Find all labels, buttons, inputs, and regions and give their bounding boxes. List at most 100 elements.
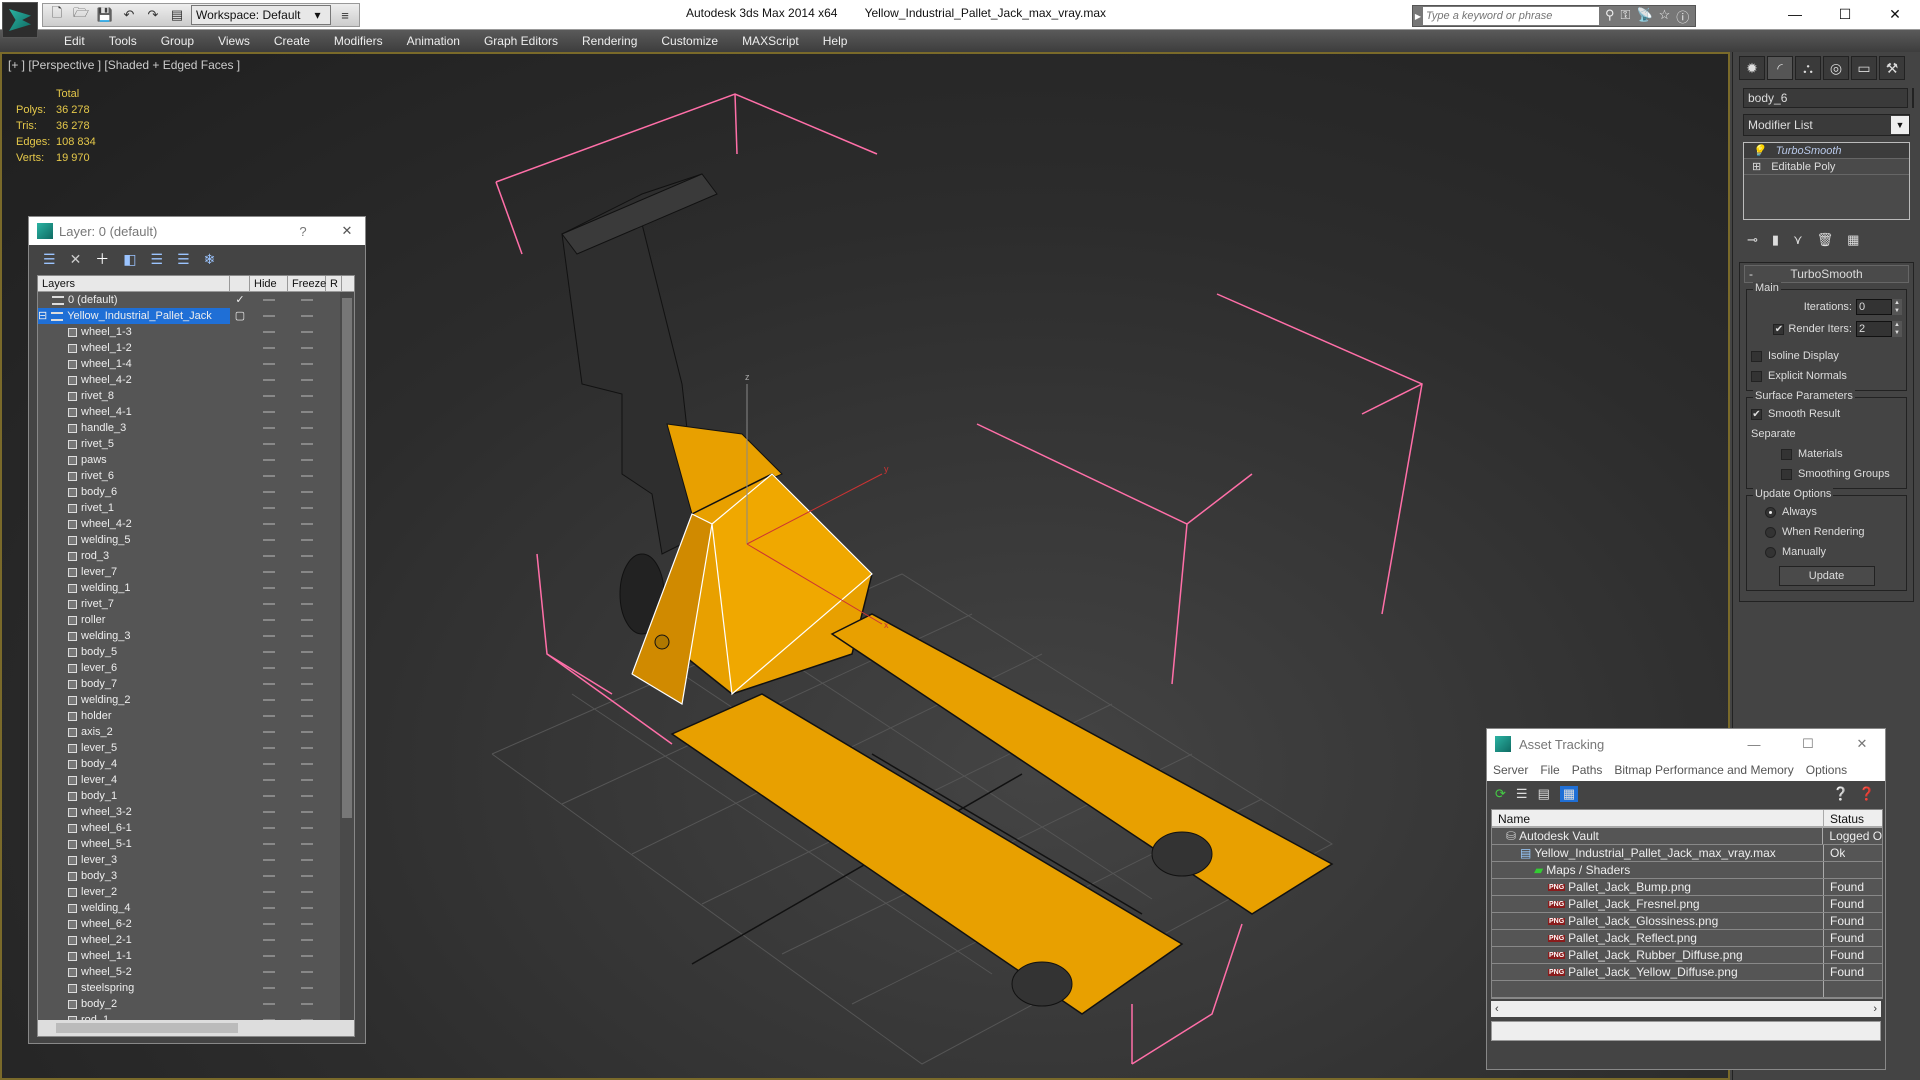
create-layer-icon[interactable]: ☰ bbox=[43, 251, 56, 268]
layer-object-row[interactable]: welding_3 bbox=[38, 628, 354, 644]
freeze-toggle[interactable] bbox=[301, 475, 313, 477]
layer-object-row[interactable]: wheel_6-2 bbox=[38, 916, 354, 932]
freeze-toggle[interactable] bbox=[301, 395, 313, 397]
hide-toggle[interactable] bbox=[263, 427, 275, 429]
isoline-checkbox[interactable] bbox=[1751, 350, 1762, 362]
freeze-toggle[interactable] bbox=[301, 811, 313, 813]
create-tab-icon[interactable]: ✹ bbox=[1739, 56, 1765, 80]
asset-row[interactable]: PNG Pallet_Jack_Glossiness.png Found bbox=[1492, 913, 1882, 930]
menu-graph-editors[interactable]: Graph Editors bbox=[472, 30, 570, 52]
hide-toggle[interactable] bbox=[263, 747, 275, 749]
layer-object-row[interactable]: body_1 bbox=[38, 788, 354, 804]
hide-toggle[interactable] bbox=[263, 411, 275, 413]
workspace-dropdown[interactable]: Workspace: Default ▾ bbox=[191, 5, 331, 25]
radio-button[interactable] bbox=[1765, 506, 1776, 518]
hide-toggle[interactable] bbox=[263, 699, 275, 701]
layer-object-row[interactable]: lever_3 bbox=[38, 852, 354, 868]
vault-help-icon[interactable]: ❔ bbox=[1833, 786, 1849, 802]
asset-row[interactable]: ⛁ Autodesk Vault Logged O bbox=[1492, 828, 1882, 845]
layer-object-row[interactable]: rod_3 bbox=[38, 548, 354, 564]
column-render[interactable]: R bbox=[326, 276, 342, 291]
hide-toggle[interactable] bbox=[263, 539, 275, 541]
menu-create[interactable]: Create bbox=[262, 30, 322, 52]
layer-object-row[interactable]: wheel_1-2 bbox=[38, 340, 354, 356]
asset-row[interactable]: PNG Pallet_Jack_Reflect.png Found bbox=[1492, 930, 1882, 947]
radio-when-rendering[interactable]: When Rendering bbox=[1751, 522, 1902, 542]
layer-object-row[interactable]: rivet_1 bbox=[38, 500, 354, 516]
add-to-layer-icon[interactable]: ＋ bbox=[95, 249, 109, 269]
horizontal-scrollbar[interactable] bbox=[38, 1020, 354, 1036]
minimize-button[interactable]: — bbox=[1731, 737, 1777, 752]
modify-tab-icon[interactable]: ◜ bbox=[1767, 56, 1793, 80]
delete-layer-icon[interactable]: ✕ bbox=[70, 251, 82, 268]
layer-object-row[interactable]: rivet_8 bbox=[38, 388, 354, 404]
menu-edit[interactable]: Edit bbox=[52, 30, 97, 52]
layer-object-row[interactable]: wheel_3-2 bbox=[38, 804, 354, 820]
layer-object-row[interactable]: lever_7 bbox=[38, 564, 354, 580]
asset-row[interactable]: PNG Pallet_Jack_Yellow_Diffuse.png Found bbox=[1492, 964, 1882, 981]
layer-row-default[interactable]: 0 (default) ✓ bbox=[38, 292, 354, 308]
hierarchy-tab-icon[interactable]: ⛬ bbox=[1795, 56, 1821, 80]
freeze-toggle[interactable] bbox=[301, 507, 313, 509]
hide-toggle[interactable] bbox=[263, 299, 275, 301]
lightbulb-icon[interactable]: 💡 bbox=[1752, 143, 1766, 158]
menu-file[interactable]: File bbox=[1540, 763, 1559, 777]
freeze-layers-icon[interactable]: ❄ bbox=[204, 251, 216, 268]
hide-toggle[interactable] bbox=[263, 923, 275, 925]
freeze-toggle[interactable] bbox=[301, 683, 313, 685]
layer-object-row[interactable]: roller bbox=[38, 612, 354, 628]
hide-toggle[interactable] bbox=[263, 507, 275, 509]
layer-object-row[interactable]: axis_2 bbox=[38, 724, 354, 740]
layer-object-row[interactable]: handle_3 bbox=[38, 420, 354, 436]
materials-checkbox[interactable] bbox=[1781, 448, 1792, 460]
freeze-toggle[interactable] bbox=[301, 539, 313, 541]
menu-modifiers[interactable]: Modifiers bbox=[322, 30, 395, 52]
layer-object-row[interactable]: welding_2 bbox=[38, 692, 354, 708]
maximize-button[interactable]: ☐ bbox=[1785, 736, 1831, 752]
hide-toggle[interactable] bbox=[263, 347, 275, 349]
layer-window-titlebar[interactable]: Layer: 0 (default) ? ✕ bbox=[29, 217, 365, 245]
freeze-toggle[interactable] bbox=[301, 523, 313, 525]
hide-toggle[interactable] bbox=[263, 491, 275, 493]
asset-row[interactable]: ▰ Maps / Shaders bbox=[1492, 862, 1882, 879]
layer-object-row[interactable]: wheel_4-2 bbox=[38, 516, 354, 532]
layer-object-row[interactable]: body_4 bbox=[38, 756, 354, 772]
menu-tools[interactable]: Tools bbox=[97, 30, 149, 52]
object-name-input[interactable] bbox=[1743, 88, 1908, 108]
freeze-toggle[interactable] bbox=[301, 491, 313, 493]
hide-toggle[interactable] bbox=[263, 459, 275, 461]
modifier-list-dropdown[interactable]: Modifier List ▼ bbox=[1743, 114, 1910, 136]
motion-tab-icon[interactable]: ◎ bbox=[1823, 56, 1849, 80]
remove-modifier-icon[interactable]: 🗑 bbox=[1817, 232, 1834, 248]
close-button[interactable]: ✕ bbox=[1839, 736, 1885, 752]
freeze-toggle[interactable] bbox=[301, 587, 313, 589]
column-name[interactable]: Name bbox=[1492, 810, 1824, 826]
hide-toggle[interactable] bbox=[263, 955, 275, 957]
layer-object-row[interactable]: body_7 bbox=[38, 676, 354, 692]
expand-arrow-icon[interactable]: ▶ bbox=[1413, 12, 1423, 21]
column-current[interactable] bbox=[230, 276, 250, 291]
freeze-toggle[interactable] bbox=[301, 651, 313, 653]
hide-toggle[interactable] bbox=[263, 443, 275, 445]
freeze-toggle[interactable] bbox=[301, 971, 313, 973]
freeze-toggle[interactable] bbox=[301, 571, 313, 573]
freeze-toggle[interactable] bbox=[301, 763, 313, 765]
layer-object-row[interactable]: wheel_5-2 bbox=[38, 964, 354, 980]
freeze-toggle[interactable] bbox=[301, 699, 313, 701]
freeze-toggle[interactable] bbox=[301, 955, 313, 957]
freeze-toggle[interactable] bbox=[301, 459, 313, 461]
scroll-thumb[interactable] bbox=[342, 298, 352, 818]
freeze-toggle[interactable] bbox=[301, 891, 313, 893]
set-current-toggle[interactable]: ▢ bbox=[230, 308, 250, 324]
render-iters-input[interactable] bbox=[1856, 321, 1892, 337]
layer-object-row[interactable]: welding_1 bbox=[38, 580, 354, 596]
menu-views[interactable]: Views bbox=[206, 30, 262, 52]
radio-always[interactable]: Always bbox=[1751, 502, 1902, 522]
redo-icon[interactable]: ↷ bbox=[143, 6, 163, 24]
expand-plus-icon[interactable]: ⊞ bbox=[1752, 159, 1761, 174]
hide-toggle[interactable] bbox=[263, 907, 275, 909]
layer-object-row[interactable]: lever_5 bbox=[38, 740, 354, 756]
stack-item-turbosmooth[interactable]: 💡 TurboSmooth bbox=[1744, 143, 1909, 159]
menu-bitmap-performance[interactable]: Bitmap Performance and Memory bbox=[1614, 763, 1793, 777]
display-tab-icon[interactable]: ▭ bbox=[1851, 56, 1877, 80]
